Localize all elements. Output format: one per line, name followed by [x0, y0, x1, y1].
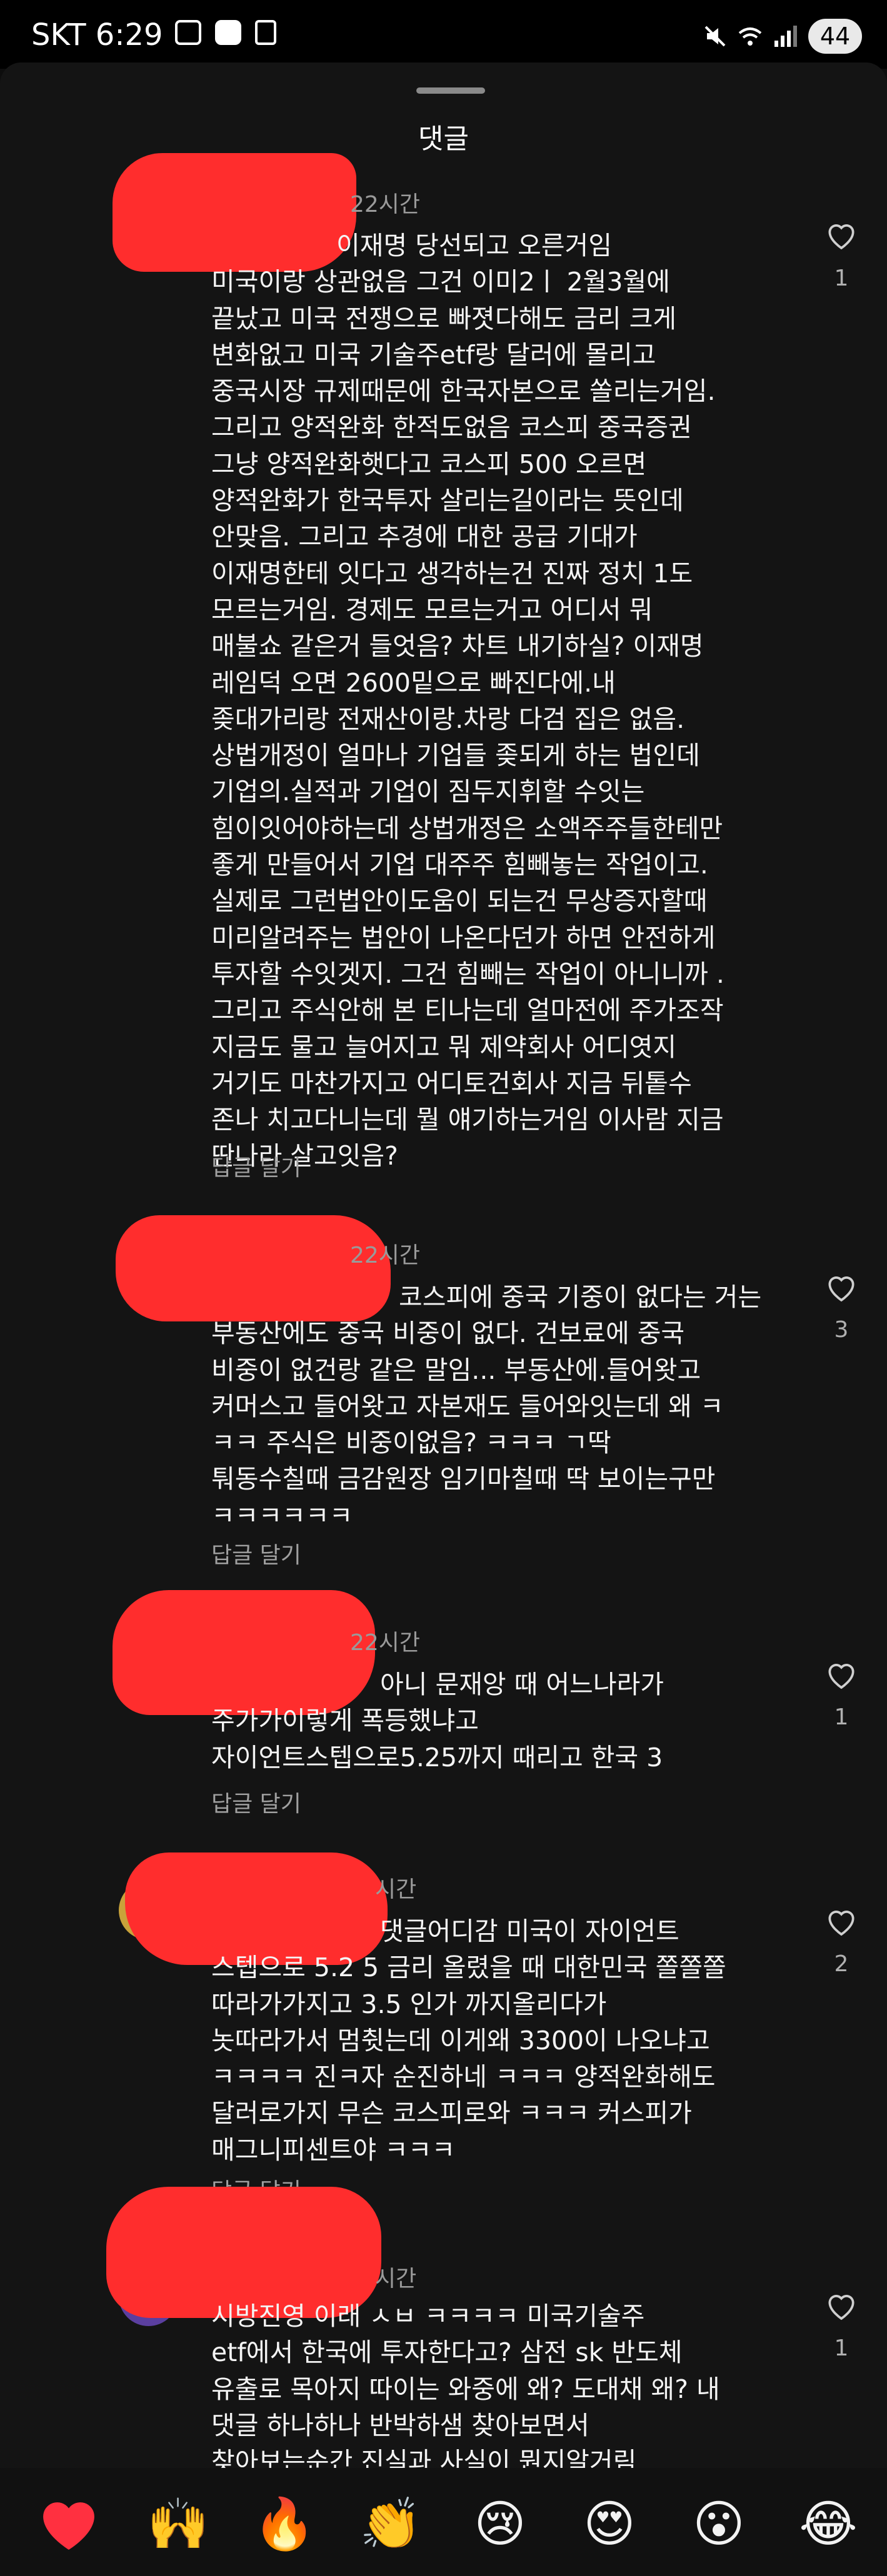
emoji-reaction-bar: 🙌 🔥 👏 😢 😍 😮 😂: [0, 2468, 887, 2576]
heart-outline-icon: [828, 1911, 854, 1936]
reply-button[interactable]: 답글 달기: [211, 1150, 301, 1182]
like-count: 3: [834, 1317, 849, 1343]
comment-text: 아니 문재앙 때 어느나라가 주가가이렇게 폭등했냐고 자이언트스텝으로5.25…: [211, 1669, 664, 1773]
youtube-icon: [215, 20, 241, 45]
reply-button[interactable]: 답글 달기: [211, 1537, 301, 1569]
crying-emoji-button[interactable]: 😢: [466, 2493, 534, 2555]
reply-button[interactable]: 답글 달기: [211, 1786, 301, 1818]
heart-outline-icon: [828, 2295, 854, 2320]
status-right: 44: [703, 19, 862, 54]
heart-outline-icon: [828, 1664, 854, 1689]
like-button[interactable]: [824, 2288, 859, 2323]
comment-time: 22시간: [350, 1243, 421, 1268]
like-count: 2: [834, 1951, 849, 1977]
like-button[interactable]: [824, 217, 859, 252]
carrier-time: SKT 6:29: [31, 17, 163, 52]
wifi-icon: [738, 27, 762, 46]
heart-outline-icon: [828, 224, 854, 250]
sheet-title: 댓글: [418, 123, 469, 155]
like-button[interactable]: [824, 1657, 859, 1692]
like-count: 1: [834, 266, 849, 291]
heart-eyes-emoji-button[interactable]: 😍: [575, 2493, 644, 2555]
comment-time: 22시간: [350, 192, 421, 217]
mute-icon: [704, 26, 726, 47]
status-icons: [175, 20, 276, 45]
battery-indicator: 44: [808, 19, 862, 54]
laughing-emoji-button[interactable]: 😂: [794, 2493, 863, 2555]
raising-hands-emoji-button[interactable]: 🙌: [144, 2493, 213, 2555]
heart-outline-icon: [828, 1276, 854, 1302]
heart-emoji-button[interactable]: [38, 2496, 100, 2552]
surprised-emoji-button[interactable]: 😮: [684, 2493, 753, 2555]
comment-text: 이재명 당선되고 오른거임 미국이랑 상관없음 그건 이미2ㅣ 2월3월에 끝났…: [211, 231, 724, 1171]
comment-text: 댓글어디감 미국이 자이언트 스텝으로 5.2 5 금리 올렸을 때 대한민국 …: [211, 1916, 726, 2165]
status-bar: SKT 6:29 44: [0, 0, 887, 69]
drag-handle[interactable]: [416, 87, 485, 94]
comment-text: 코스피에 중국 기중이 없다는 거는 부동산에도 중국 비중이 없다. 건보료에…: [211, 1282, 762, 1531]
like-button[interactable]: [824, 1904, 859, 1939]
comment-time: 시간: [375, 1877, 417, 1902]
like-count: 1: [834, 1704, 849, 1730]
like-button[interactable]: [824, 1270, 859, 1305]
comment-text: 시방진영 이래 ㅅㅂ ㅋㅋㅋㅋ 미국기술주 etf에서 한국에 투자한다고? 삼…: [211, 2301, 720, 2477]
fire-emoji-button[interactable]: 🔥: [250, 2493, 319, 2555]
like-count: 1: [834, 2335, 849, 2361]
comment-time: 시간: [375, 2266, 417, 2292]
comment-time: 22시간: [350, 1630, 421, 1656]
clapping-emoji-button[interactable]: 👏: [356, 2493, 425, 2555]
screen-capture-icon: [175, 20, 201, 45]
lock-icon: [255, 20, 276, 45]
signal-icon: [774, 26, 797, 47]
